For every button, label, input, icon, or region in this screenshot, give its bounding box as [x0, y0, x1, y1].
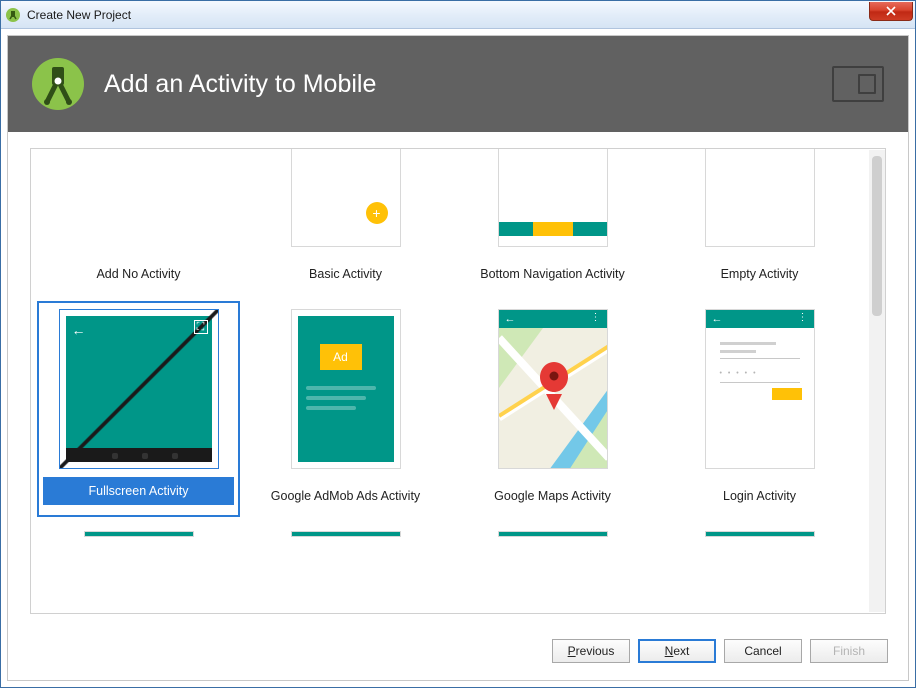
activity-tile-fullscreen-activity[interactable]: ← ⛶ Fullscreen Activity [37, 301, 240, 517]
overflow-menu-icon: ⋮ [798, 312, 807, 323]
back-arrow-icon: ← [505, 313, 516, 325]
activity-tile-add-no-activity[interactable]: Add No Activity [37, 148, 240, 295]
close-button[interactable] [869, 2, 913, 21]
activity-thumb [291, 531, 401, 537]
finish-button: Finish [810, 639, 888, 663]
cancel-button[interactable]: Cancel [724, 639, 802, 663]
wizard-frame: Add an Activity to Mobile Add No Activit… [7, 35, 909, 681]
activity-label: Fullscreen Activity [43, 477, 234, 505]
back-arrow-icon: ← [712, 313, 723, 325]
activity-tile-peek[interactable] [37, 523, 240, 543]
activity-tile-basic-activity[interactable]: + Basic Activity [244, 148, 447, 295]
map-icon [499, 328, 608, 469]
activity-thumb: Ad [291, 309, 401, 469]
fullscreen-icon: ⛶ [194, 320, 208, 334]
android-studio-icon [5, 7, 21, 23]
activity-thumb [498, 531, 608, 537]
dialog-window: Create New Project Add an Activity to Mo… [0, 0, 916, 688]
overflow-menu-icon: ⋮ [591, 312, 600, 323]
form-factor-icon [832, 66, 884, 102]
activity-label: Google AdMob Ads Activity [271, 481, 420, 511]
activity-thumb: ← ⋮ [498, 309, 608, 469]
window-title: Create New Project [27, 8, 131, 22]
wizard-header-title: Add an Activity to Mobile [104, 70, 376, 99]
fab-icon: + [366, 202, 388, 224]
activity-thumb: + [291, 148, 401, 247]
gallery-scrollbar[interactable] [869, 150, 885, 612]
activity-thumb [84, 531, 194, 537]
back-arrow-icon: ← [72, 322, 86, 338]
activity-label: Google Maps Activity [494, 481, 611, 511]
scrollbar-thumb[interactable] [872, 156, 882, 316]
activity-thumb: ← ⛶ [59, 309, 219, 469]
next-button[interactable]: Next [638, 639, 716, 663]
gallery-container: Add No Activity + Basic Activity [8, 132, 908, 622]
activity-tile-peek[interactable] [658, 523, 861, 543]
activity-thumb: ← ⋮ • • • • • [705, 309, 815, 469]
activity-label: Basic Activity [309, 259, 382, 289]
activity-label: Add No Activity [96, 259, 180, 289]
previous-button[interactable]: Previous [552, 639, 630, 663]
activity-label: Login Activity [723, 481, 796, 511]
activity-tile-google-maps[interactable]: ← ⋮ [451, 301, 654, 517]
wizard-footer: Previous Next Cancel Finish [8, 622, 908, 680]
activity-tile-login-activity[interactable]: ← ⋮ • • • • • Login Activity [658, 301, 861, 517]
activity-label: Bottom Navigation Activity [480, 259, 625, 289]
activity-tile-peek[interactable] [244, 523, 447, 543]
activity-tile-empty-activity[interactable]: Empty Activity [658, 148, 861, 295]
ad-badge: Ad [320, 344, 362, 370]
activity-gallery: Add No Activity + Basic Activity [30, 148, 886, 614]
activity-label: Empty Activity [721, 259, 799, 289]
activity-thumb [705, 148, 815, 247]
activity-thumb [498, 148, 608, 247]
activity-thumb [705, 531, 815, 537]
android-studio-logo-icon [30, 56, 86, 112]
close-icon [886, 6, 896, 16]
activity-grid: Add No Activity + Basic Activity [31, 148, 867, 555]
activity-thumb [84, 148, 194, 247]
activity-tile-bottom-navigation[interactable]: Bottom Navigation Activity [451, 148, 654, 295]
activity-tile-google-admob[interactable]: Ad Google AdMob Ads Activity [244, 301, 447, 517]
activity-tile-peek[interactable] [451, 523, 654, 543]
titlebar: Create New Project [1, 1, 915, 29]
wizard-header: Add an Activity to Mobile [8, 36, 908, 132]
